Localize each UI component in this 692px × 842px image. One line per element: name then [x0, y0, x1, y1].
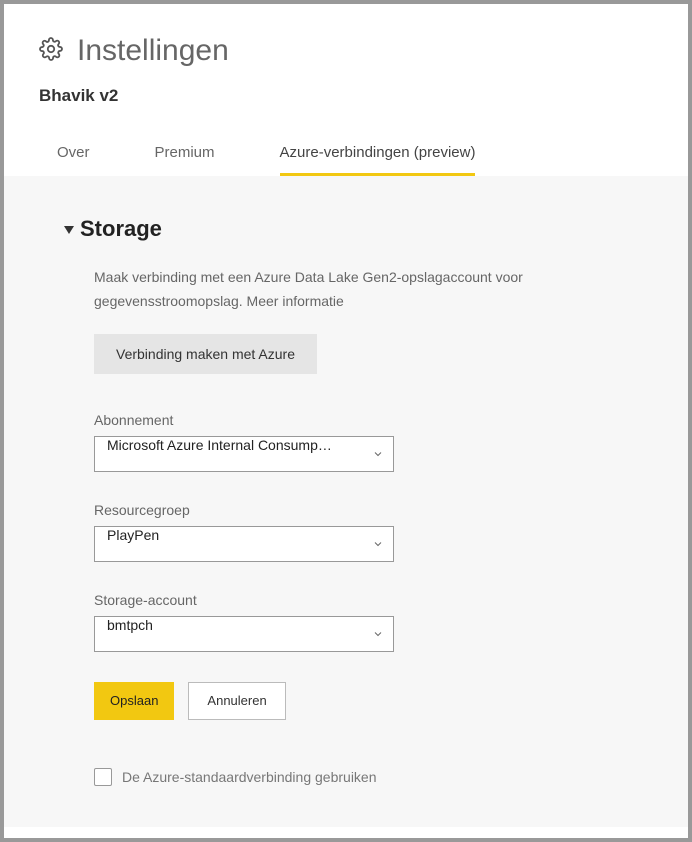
tabs: Over Premium Azure-verbindingen (preview… [39, 138, 658, 176]
save-button[interactable]: Opslaan [94, 682, 174, 720]
gear-icon [39, 37, 63, 66]
subscription-select[interactable]: Microsoft Azure Internal Consump… [94, 436, 394, 472]
storage-account-label: Storage-account [94, 592, 658, 608]
default-connection-checkbox[interactable] [94, 768, 112, 786]
connect-azure-button[interactable]: Verbinding maken met Azure [94, 334, 317, 374]
resource-group-select[interactable]: PlayPen [94, 526, 394, 562]
caret-down-icon [64, 226, 74, 234]
page-title: Instellingen [77, 34, 229, 68]
tab-premium[interactable]: Premium [155, 138, 215, 176]
tab-over[interactable]: Over [57, 138, 90, 176]
workspace-name: Bhavik v2 [39, 86, 658, 106]
section-title: Storage [80, 216, 162, 242]
tab-azure-connections[interactable]: Azure-verbindingen (preview) [280, 138, 476, 176]
cancel-button[interactable]: Annuleren [188, 682, 285, 720]
storage-account-select[interactable]: bmtpch [94, 616, 394, 652]
default-connection-label: De Azure-standaardverbinding gebruiken [122, 769, 377, 785]
more-info-link[interactable]: Meer informatie [247, 293, 344, 309]
resource-group-label: Resourcegroep [94, 502, 658, 518]
subscription-label: Abonnement [94, 412, 658, 428]
section-header-storage[interactable]: Storage [64, 216, 688, 242]
storage-description: Maak verbinding met een Azure Data Lake … [94, 266, 658, 314]
